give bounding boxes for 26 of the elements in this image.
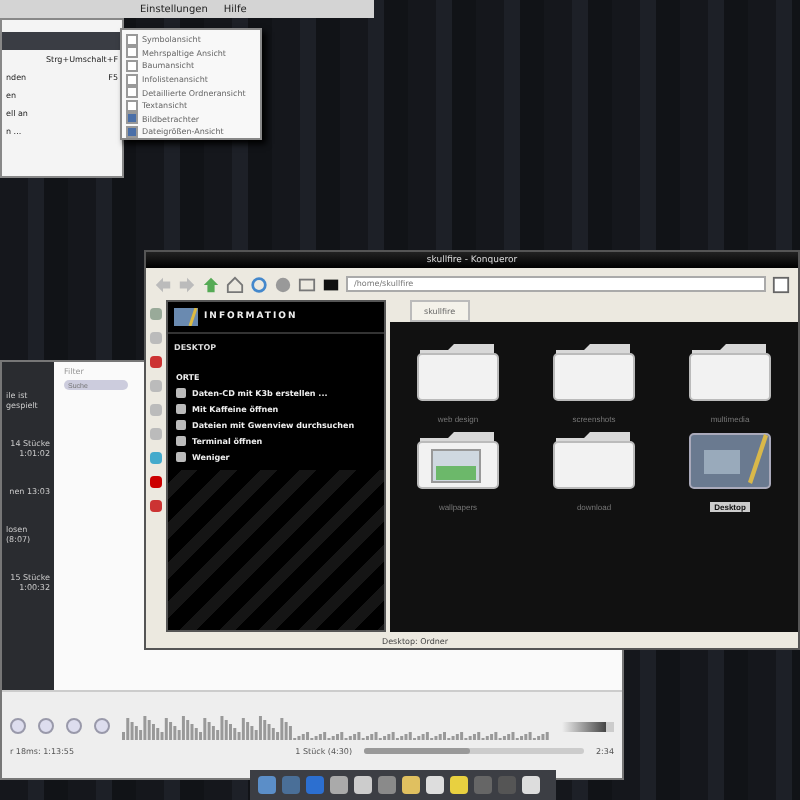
checkbox[interactable] [126, 33, 138, 46]
checkbox[interactable] [126, 125, 138, 138]
checkbox[interactable] [126, 112, 138, 125]
next-button[interactable] [94, 718, 110, 734]
folder-icon [552, 430, 636, 490]
volume-meter[interactable] [562, 721, 614, 731]
stop-button[interactable] [66, 718, 82, 734]
folder-icon [688, 342, 772, 402]
back-arrow-icon[interactable] [154, 275, 172, 293]
reload-icon[interactable] [250, 275, 268, 293]
forward-arrow-icon[interactable] [178, 275, 196, 293]
checkbox[interactable] [126, 59, 138, 72]
checkbox[interactable] [126, 46, 138, 59]
checkbox[interactable] [126, 86, 138, 99]
home-icon[interactable] [226, 275, 244, 293]
checkbox[interactable] [126, 73, 138, 86]
folder-icon [552, 342, 636, 402]
image-folder-icon [416, 430, 500, 490]
desktop-icon [688, 430, 772, 490]
folder-icon [416, 342, 500, 402]
play-button[interactable] [38, 718, 54, 734]
checkbox[interactable] [126, 99, 138, 112]
progress-track[interactable] [364, 748, 585, 754]
previous-button[interactable] [10, 718, 26, 734]
up-arrow-icon[interactable] [202, 275, 220, 293]
desktop-icon [174, 308, 198, 326]
